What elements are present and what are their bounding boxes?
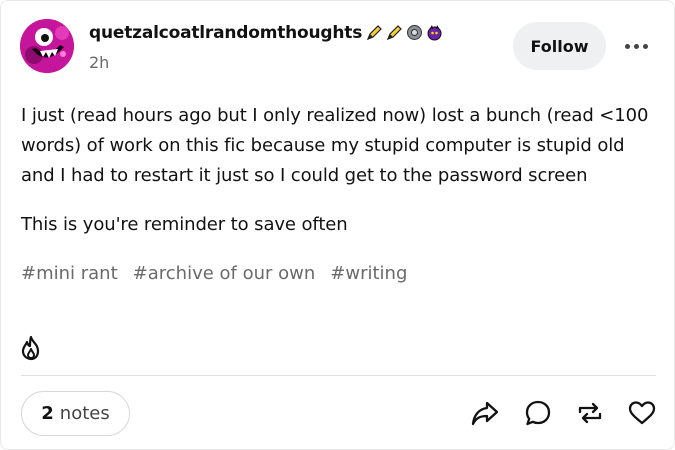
post-card: quetzalcoatlrandomthoughts 2h Follow I j…	[0, 0, 675, 450]
post-tags: #mini rant #archive of our own #writing	[21, 263, 407, 284]
purple-monster-badge-icon[interactable]	[426, 24, 443, 41]
flame-icon[interactable]	[20, 335, 43, 361]
pencil-badge-icon[interactable]	[366, 24, 383, 41]
heart-icon[interactable]	[627, 398, 657, 428]
gear-badge-icon[interactable]	[406, 24, 423, 41]
reblog-icon[interactable]	[575, 398, 605, 428]
pencil-badge-icon[interactable]	[386, 24, 403, 41]
notes-label: notes	[59, 403, 110, 424]
avatar[interactable]	[20, 19, 74, 73]
tag-link[interactable]: #mini rant	[21, 263, 118, 284]
pink-monster-avatar-icon	[20, 19, 74, 73]
post-body: I just (read hours ago but I only realiz…	[21, 101, 661, 240]
share-icon[interactable]	[470, 398, 500, 428]
post-timestamp[interactable]: 2h	[89, 53, 109, 72]
notes-button[interactable]: 2 notes	[21, 391, 130, 436]
notes-count: 2	[41, 403, 54, 424]
follow-button[interactable]: Follow	[513, 22, 606, 70]
post-paragraph: I just (read hours ago but I only realiz…	[21, 105, 649, 186]
tag-link[interactable]: #writing	[330, 263, 407, 284]
reply-icon[interactable]	[523, 398, 553, 428]
divider	[21, 375, 656, 376]
username[interactable]: quetzalcoatlrandomthoughts	[89, 23, 362, 43]
more-options-icon[interactable]	[622, 35, 650, 57]
badges	[366, 24, 443, 41]
post-paragraph: This is you're reminder to save often	[21, 214, 348, 235]
tag-link[interactable]: #archive of our own	[133, 263, 316, 284]
